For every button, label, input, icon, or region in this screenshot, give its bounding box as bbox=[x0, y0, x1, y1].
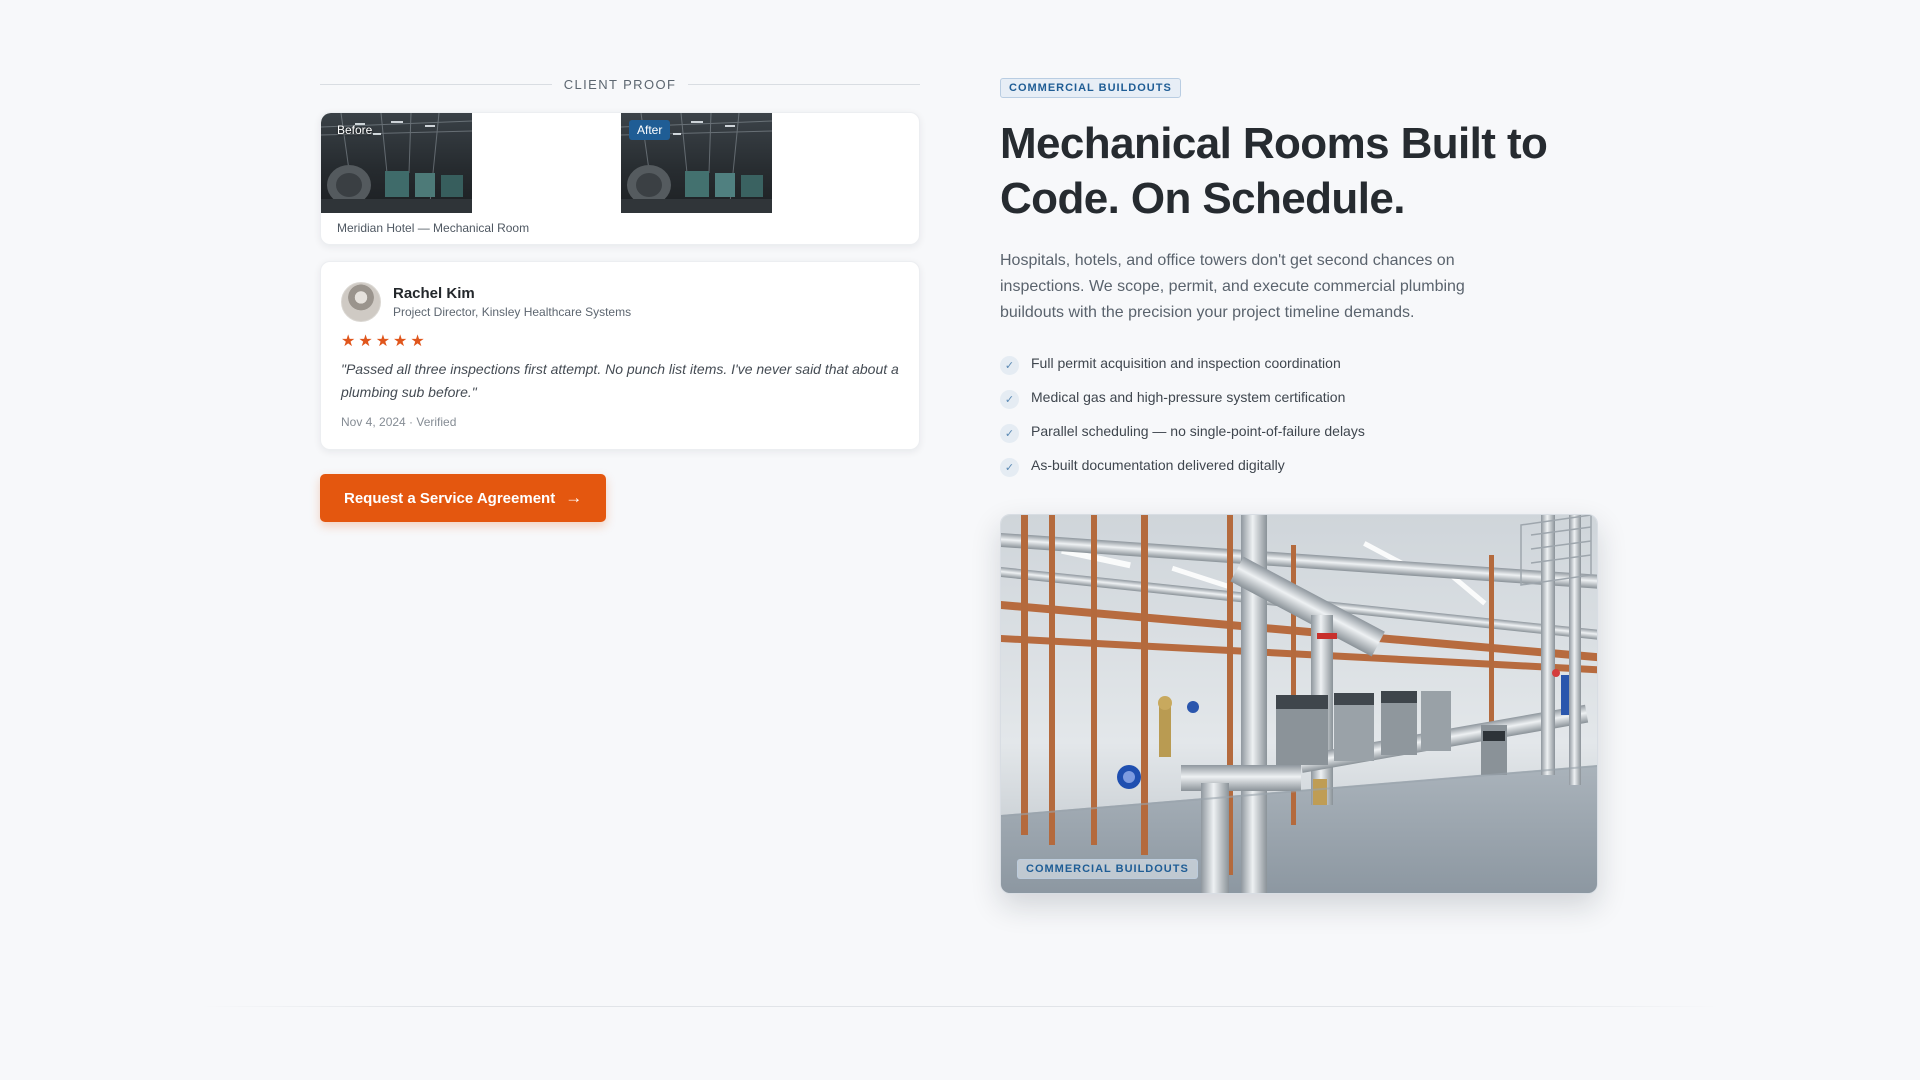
feature-item: ✓ Medical gas and high-pressure system c… bbox=[1000, 380, 1600, 414]
star-icon: ★ bbox=[393, 333, 408, 350]
feature-item: ✓ Full permit acquisition and inspection… bbox=[1000, 346, 1600, 380]
star-icon: ★ bbox=[375, 333, 391, 350]
reviewer-role: Project Director, Kinsley Healthcare Sys… bbox=[393, 305, 632, 319]
before-label: Before bbox=[337, 123, 373, 137]
check-icon: ✓ bbox=[1000, 355, 1019, 375]
reviewer-name: Rachel Kim bbox=[393, 285, 475, 302]
before-image[interactable]: Before bbox=[321, 113, 472, 213]
service-description: Hospitals, hotels, and office towers don… bbox=[1000, 252, 1465, 321]
page-title: Mechanical Rooms Built to Code. On Sched… bbox=[1000, 119, 1548, 223]
after-label: After bbox=[629, 120, 671, 140]
reviewer-info: Rachel Kim Project Director, Kinsley Hea… bbox=[393, 285, 631, 319]
hero-image-tag: COMMERCIAL BUILDOUTS bbox=[1017, 859, 1198, 879]
testimonial-quote: "Passed all three inspections first atte… bbox=[341, 361, 899, 400]
feature-list: ✓ Full permit acquisition and inspection… bbox=[1000, 346, 1600, 482]
client-proof-header: CLIENT PROOF bbox=[320, 72, 921, 96]
star-icon: ★ bbox=[410, 333, 425, 350]
mechanical-room-photo bbox=[1001, 515, 1597, 893]
feature-text: Parallel scheduling — no single-point-of… bbox=[1031, 423, 1365, 439]
star-rating: ★ ★ ★ ★ ★ bbox=[341, 334, 899, 350]
service-column: COMMERCIAL BUILDOUTS Mechanical Rooms Bu… bbox=[1000, 78, 1600, 894]
client-proof-column: CLIENT PROOF Before After Meridian Hotel… bbox=[320, 72, 921, 522]
cta-label: Request a Service Agreement bbox=[344, 489, 556, 507]
feature-item: ✓ As-built documentation delivered digit… bbox=[1000, 448, 1600, 482]
footer-divider bbox=[200, 1006, 1720, 1007]
star-icon: ★ bbox=[358, 333, 373, 350]
review-meta: Nov 4, 2024 · Verified bbox=[341, 415, 457, 429]
star-icon: ★ bbox=[341, 333, 356, 350]
divider-right bbox=[688, 83, 921, 85]
after-image[interactable]: After bbox=[621, 113, 772, 213]
before-after-card: Before After Meridian Hotel — Mechanical… bbox=[320, 112, 920, 245]
service-badge: COMMERCIAL BUILDOUTS bbox=[1000, 78, 1181, 98]
check-icon: ✓ bbox=[1000, 457, 1019, 477]
avatar bbox=[341, 282, 381, 322]
check-icon: ✓ bbox=[1000, 423, 1019, 443]
reviewer: Rachel Kim Project Director, Kinsley Hea… bbox=[341, 282, 899, 322]
feature-text: Full permit acquisition and inspection c… bbox=[1031, 355, 1341, 371]
feature-text: Medical gas and high-pressure system cer… bbox=[1031, 389, 1346, 405]
hero-image: COMMERCIAL BUILDOUTS bbox=[1000, 514, 1598, 894]
divider-left bbox=[320, 83, 552, 85]
check-icon: ✓ bbox=[1000, 389, 1019, 409]
feature-text: As-built documentation delivered digital… bbox=[1031, 457, 1285, 473]
testimonial-card: Rachel Kim Project Director, Kinsley Hea… bbox=[320, 261, 920, 450]
section-label: CLIENT PROOF bbox=[563, 76, 677, 92]
arrow-right-icon: → bbox=[565, 488, 583, 507]
before-after-caption: Meridian Hotel — Mechanical Room bbox=[337, 221, 530, 235]
feature-item: ✓ Parallel scheduling — no single-point-… bbox=[1000, 414, 1600, 448]
request-service-agreement-button[interactable]: Request a Service Agreement → bbox=[320, 474, 607, 522]
